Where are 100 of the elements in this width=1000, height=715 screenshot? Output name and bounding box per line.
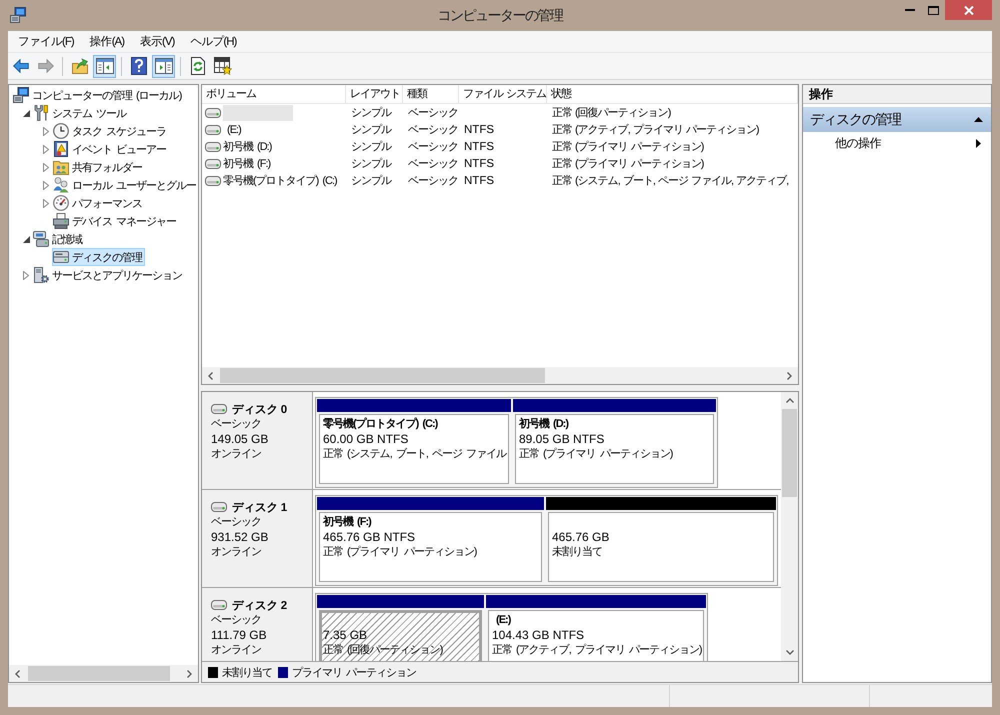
- disk-status: オンライン: [211, 447, 262, 462]
- tree-item[interactable]: ローカル ユーザーとグルー: [52, 176, 198, 194]
- disk-size: 111.79 GB: [211, 628, 268, 643]
- disk-status: オンライン: [211, 643, 262, 658]
- printer-icon: [53, 213, 69, 229]
- tree-item[interactable]: コンピューターの管理 (ローカル): [12, 86, 184, 104]
- disk-info-panel[interactable]: ディスク 1 ベーシック 931.52 GB オンライン: [202, 490, 313, 587]
- partition-body[interactable]: 零号機(プロトタイプ) (C:) 60.00 GB NTFS 正常 (システム, ブート, ページ ファイル: [319, 414, 509, 484]
- partition-body[interactable]: 初号機 (D:) 89.05 GB NTFS 正常 (プライマリ パーティション): [515, 414, 714, 484]
- action-pane-toggle-button[interactable]: [152, 54, 175, 78]
- chevron-right-icon: [787, 372, 792, 380]
- folder-arrow-icon: [72, 58, 88, 74]
- tree-item[interactable]: イベント ビューアー: [52, 140, 170, 158]
- collapsed-arrow-icon[interactable]: [23, 270, 29, 280]
- action-link[interactable]: 他の操作: [803, 132, 991, 155]
- partition-label: 初号機 (D:): [519, 417, 570, 432]
- partition-body[interactable]: 7.35 GB 正常 (回復パーティション): [319, 610, 482, 661]
- menu-item[interactable]: ファイル(F): [10, 32, 82, 52]
- disk-type: ベーシック: [211, 515, 262, 530]
- table-cell[interactable]: 初号機 (F:): [223, 156, 270, 172]
- table-cell-text: シンプル: [350, 174, 392, 188]
- disk-status: オンライン: [211, 545, 262, 560]
- partition-body[interactable]: 初号機 (F:) 465.76 GB NTFS 正常 (プライマリ パーティション): [319, 512, 542, 582]
- console-tree-toggle-button[interactable]: [93, 54, 116, 78]
- disk-size: 931.52 GB: [211, 530, 270, 545]
- disk-name: ディスク 0: [232, 402, 287, 416]
- collapsed-arrow-icon[interactable]: [43, 162, 49, 172]
- export-list-button[interactable]: [211, 54, 234, 78]
- partition-body[interactable]: 465.76 GB 未割り当て: [548, 512, 774, 582]
- partition-label: 初号機 (F:): [323, 515, 372, 530]
- tree-item[interactable]: 共有フォルダー: [52, 158, 145, 176]
- tree-item[interactable]: タスク スケジューラ: [52, 122, 170, 140]
- expanded-arrow-icon[interactable]: [22, 110, 30, 116]
- tree-item[interactable]: 記憶域: [32, 230, 85, 248]
- window-title: コンピューターの管理: [438, 6, 562, 25]
- table-cell[interactable]: 零号機(プロトタイプ) (C:): [223, 172, 337, 188]
- tree-item[interactable]: パフォーマンス: [52, 194, 145, 212]
- disk-name: ディスク 2: [232, 598, 287, 612]
- table-cell-text: NTFS: [463, 158, 496, 170]
- drive-icon: [205, 124, 221, 134]
- table-cell-text: 正常 (システム, ブート, ページ ファイル, アクティブ,: [551, 174, 790, 188]
- table-cell-text: NTFS: [463, 174, 496, 186]
- notebook-warning-icon: [53, 141, 69, 157]
- gauge-icon: [53, 195, 69, 211]
- table-cell-text: 正常 (回復パーティション): [551, 106, 672, 120]
- right-pane-window-icon: [154, 58, 172, 74]
- disk-info-panel[interactable]: ディスク 0 ベーシック 149.05 GB オンライン: [202, 392, 313, 489]
- chevron-right-icon: [187, 670, 192, 678]
- submenu-arrow-icon: [976, 139, 981, 148]
- partition-status: 正常 (プライマリ パーティション): [323, 545, 478, 560]
- legend-label: 未割り当て: [222, 666, 272, 680]
- table-cell-text: 正常 (プライマリ パーティション): [551, 156, 705, 171]
- tree-item[interactable]: システム ツール: [32, 104, 130, 122]
- collapsed-arrow-icon[interactable]: [43, 180, 49, 190]
- menu-item[interactable]: ヘルプ(H): [182, 32, 244, 52]
- collapsed-arrow-icon[interactable]: [43, 198, 49, 208]
- table-cell-text: NTFS: [463, 140, 496, 152]
- partition-status: 正常 (システム, ブート, ページ ファイル: [323, 447, 505, 462]
- disk-type: ベーシック: [211, 613, 262, 628]
- table-cell[interactable]: 初号機 (D:): [223, 138, 272, 154]
- partition-body[interactable]: (E:) 104.43 GB NTFS 正常 (アクティブ, プライマリ パーティション): [488, 610, 704, 661]
- partition-size: 60.00 GB NTFS: [323, 432, 410, 447]
- table-cell-text: シンプル: [350, 140, 392, 154]
- folder-people-icon: [53, 159, 69, 175]
- minimize-icon: [905, 9, 915, 11]
- left-pane-window-icon: [96, 58, 114, 74]
- disk-info-panel[interactable]: ディスク 2 ベーシック 111.79 GB オンライン: [202, 588, 313, 661]
- table-cell-text: ベーシック: [407, 123, 459, 137]
- disk-drive-icon: [211, 404, 227, 414]
- tree-item[interactable]: デバイス マネージャー: [52, 212, 180, 230]
- tree-item[interactable]: ディスクの管理: [52, 248, 145, 266]
- actions-section-header[interactable]: ディスクの管理: [803, 107, 991, 132]
- expanded-arrow-icon[interactable]: [22, 236, 30, 242]
- table-cell-text: シンプル: [350, 122, 392, 137]
- scrollbar-thumb[interactable]: [220, 368, 545, 383]
- right-arrow-icon: [38, 59, 54, 73]
- server-gear-icon: [33, 267, 49, 283]
- scrollbar-thumb[interactable]: [28, 666, 170, 681]
- table-cell-text: ベーシック: [407, 106, 459, 120]
- table-cell-text: シンプル: [350, 106, 392, 120]
- table-cell-text: 正常 (アクティブ, プライマリ パーティション): [551, 122, 760, 137]
- legend-label: プライマリ パーティション: [292, 666, 416, 680]
- users-icon: [53, 177, 69, 193]
- menu-item[interactable]: 表示(V): [132, 32, 182, 52]
- drives-icon: [33, 231, 49, 247]
- tree-item[interactable]: サービスとアプリケーション: [32, 266, 185, 284]
- scrollbar-thumb[interactable]: [782, 409, 797, 497]
- menu-item[interactable]: 操作(A): [82, 32, 132, 52]
- close-button[interactable]: [945, 0, 992, 20]
- partition-status: 正常 (回復パーティション): [323, 643, 444, 658]
- disk-drive-icon: [211, 600, 227, 610]
- collapsed-arrow-icon[interactable]: [43, 144, 49, 154]
- drive-icon: [205, 158, 221, 168]
- table-cell[interactable]: (E:): [223, 122, 241, 138]
- actions-pane-header: 操作: [803, 85, 991, 104]
- computer-icon: [10, 7, 26, 23]
- refresh-icon: [190, 57, 206, 75]
- clock-icon: [53, 123, 69, 139]
- partition-status: 未割り当て: [552, 545, 603, 560]
- collapsed-arrow-icon[interactable]: [43, 126, 49, 136]
